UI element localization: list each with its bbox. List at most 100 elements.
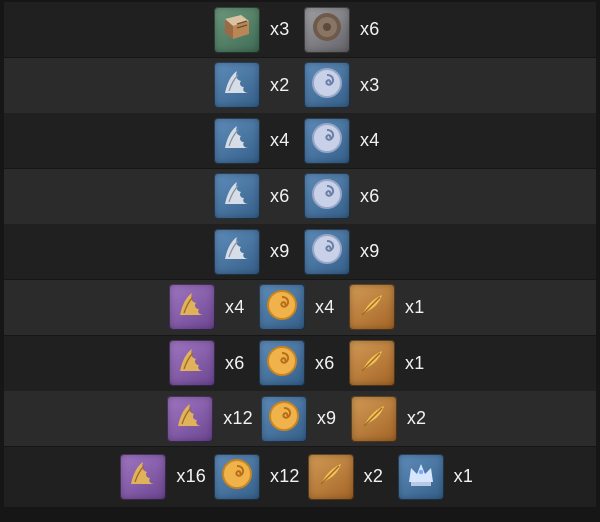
material-item: x4 xyxy=(169,284,251,331)
materials-row: x12 x9 x2 xyxy=(4,391,596,447)
gold-swirl-disc-tile[interactable] xyxy=(259,340,305,387)
material-item: x1 xyxy=(397,453,480,500)
gold-wing-icon xyxy=(172,285,212,330)
quantity-label: x12 xyxy=(223,408,253,429)
quantity-label: x6 xyxy=(360,185,380,206)
silver-wing-icon xyxy=(217,174,257,219)
stone-disc-icon xyxy=(307,7,347,52)
material-item: x2 xyxy=(350,395,433,442)
bound-book-icon xyxy=(217,7,257,52)
materials-row: x6 x6 xyxy=(4,168,596,224)
quantity-label: x9 xyxy=(270,241,290,262)
quantity-label: x3 xyxy=(270,19,290,39)
gold-swirl-disc-icon xyxy=(217,454,257,499)
material-item: x3 xyxy=(304,62,386,109)
quantity-label: x6 xyxy=(225,352,245,373)
gold-swirl-disc-tile[interactable] xyxy=(214,453,260,500)
gold-feather-icon xyxy=(352,341,392,386)
gold-wing-tile[interactable] xyxy=(167,395,214,442)
materials-row: x4 x4 xyxy=(4,113,596,169)
quantity-label: x9 xyxy=(316,408,337,429)
materials-row: x9 x9 xyxy=(4,224,596,280)
quantity-label: x1 xyxy=(405,352,425,373)
gold-wing-tile[interactable] xyxy=(120,453,167,500)
material-item: x6 xyxy=(304,6,386,53)
silver-wing-icon xyxy=(217,63,257,108)
material-item: x12 xyxy=(214,453,300,500)
silver-wing-tile[interactable] xyxy=(214,228,260,275)
silver-wing-icon xyxy=(217,229,257,274)
gold-wing-tile[interactable] xyxy=(169,284,215,331)
quantity-label: x1 xyxy=(453,466,474,487)
materials-row: x4 x4 x1 xyxy=(4,279,596,335)
gold-wing-icon xyxy=(172,341,212,386)
material-item: x2 xyxy=(214,62,296,109)
silver-wing-tile[interactable] xyxy=(214,117,260,164)
material-item: x9 xyxy=(214,228,296,275)
silver-wing-tile[interactable] xyxy=(214,173,260,220)
gold-swirl-disc-icon xyxy=(264,396,304,441)
materials-table: x3 x6 x2 x3 x4 x4 x6 x6 x9 x9 x4 x4 x1 x6 x6 x1 x12 x9 x2 x… xyxy=(4,2,596,516)
silver-swirl-disc-tile[interactable] xyxy=(304,62,350,109)
materials-row: x16 x12 x2 x1 xyxy=(4,446,596,507)
gold-wing-icon xyxy=(170,396,210,441)
materials-row: x3 x6 xyxy=(4,2,596,57)
material-item: x12 xyxy=(167,395,253,442)
silver-wing-icon xyxy=(217,118,257,163)
silver-swirl-disc-icon xyxy=(307,118,347,163)
material-item: x3 xyxy=(214,6,296,53)
crystal-crown-tile[interactable] xyxy=(397,453,444,500)
materials-row: x6 x6 x1 xyxy=(4,335,596,391)
quantity-label: x2 xyxy=(270,74,290,95)
gold-swirl-disc-tile[interactable] xyxy=(260,395,307,442)
material-item: x6 xyxy=(214,173,296,220)
quantity-label: x4 xyxy=(315,296,335,317)
silver-swirl-disc-tile[interactable] xyxy=(304,117,350,164)
quantity-label: x4 xyxy=(360,130,380,151)
gold-feather-icon xyxy=(311,454,351,499)
silver-swirl-disc-tile[interactable] xyxy=(304,173,350,220)
materials-panel: x3 x6 x2 x3 x4 x4 x6 x6 x9 x9 x4 x4 x1 x6 x6 x1 x12 x9 x2 x… xyxy=(0,0,600,522)
material-item: x2 xyxy=(307,453,390,500)
silver-swirl-disc-tile[interactable] xyxy=(304,228,350,275)
material-item: x4 xyxy=(304,117,386,164)
quantity-label: x4 xyxy=(225,296,245,317)
gold-swirl-disc-icon xyxy=(262,341,302,386)
material-item: x9 xyxy=(260,395,343,442)
quantity-label: x6 xyxy=(360,19,380,39)
stone-disc-tile[interactable] xyxy=(304,6,350,53)
crystal-crown-icon xyxy=(401,454,441,499)
quantity-label: x9 xyxy=(360,241,380,262)
gold-feather-tile[interactable] xyxy=(349,340,395,387)
quantity-label: x1 xyxy=(405,296,425,317)
silver-swirl-disc-icon xyxy=(307,174,347,219)
material-item: x4 xyxy=(214,117,296,164)
gold-feather-icon xyxy=(352,285,392,330)
gold-wing-icon xyxy=(123,454,163,499)
silver-swirl-disc-icon xyxy=(307,63,347,108)
material-item: x16 xyxy=(120,453,206,500)
bound-book-tile[interactable] xyxy=(214,6,260,53)
material-item: x6 xyxy=(259,340,341,387)
gold-feather-tile[interactable] xyxy=(350,395,397,442)
gold-feather-tile[interactable] xyxy=(349,284,395,331)
quantity-label: x12 xyxy=(270,466,300,487)
material-item: x6 xyxy=(169,340,251,387)
materials-row: x2 x3 xyxy=(4,57,596,113)
gold-wing-tile[interactable] xyxy=(169,340,215,387)
gold-feather-icon xyxy=(354,396,394,441)
gold-swirl-disc-tile[interactable] xyxy=(259,284,305,331)
material-item: x1 xyxy=(349,340,431,387)
quantity-label: x16 xyxy=(176,466,206,487)
quantity-label: x6 xyxy=(315,352,335,373)
silver-wing-tile[interactable] xyxy=(214,62,260,109)
quantity-label: x6 xyxy=(270,185,290,206)
quantity-label: x2 xyxy=(406,408,427,429)
quantity-label: x4 xyxy=(270,130,290,151)
material-item: x6 xyxy=(304,173,386,220)
material-item: x1 xyxy=(349,284,431,331)
silver-swirl-disc-icon xyxy=(307,229,347,274)
quantity-label: x2 xyxy=(363,466,384,487)
gold-swirl-disc-icon xyxy=(262,285,302,330)
gold-feather-tile[interactable] xyxy=(307,453,354,500)
